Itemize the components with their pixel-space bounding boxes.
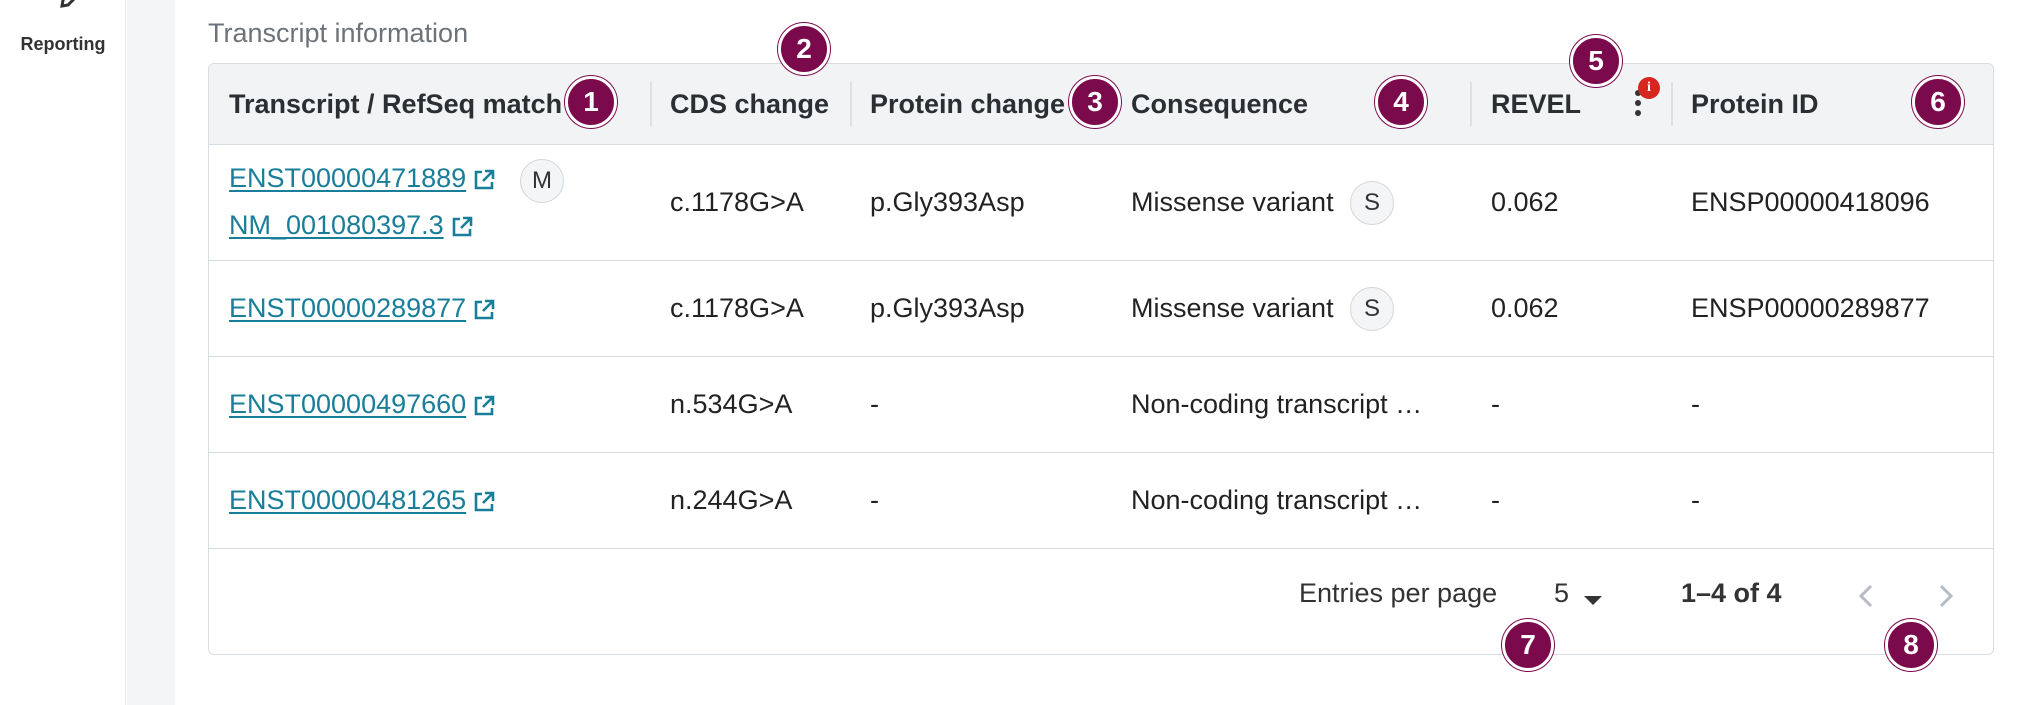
transcript-link[interactable]: ENST00000471889 <box>229 163 466 193</box>
consequence: Non-coding transcript … <box>1131 389 1423 419</box>
callout-badge: 6 <box>1912 76 1964 128</box>
table-row: ENST00000289877 c.1178G>A p.Gly393Asp Mi… <box>209 261 1993 357</box>
cds-change: n.534G>A <box>670 389 793 419</box>
consequence: Missense variant <box>1131 187 1334 217</box>
header-transcript[interactable]: Transcript / RefSeq match <box>229 64 562 145</box>
transcript-link[interactable]: ENST00000497660 <box>229 389 466 419</box>
external-link-icon[interactable] <box>472 394 496 418</box>
transcript-link[interactable]: ENST00000481265 <box>229 485 466 515</box>
refseq-link[interactable]: NM_001080397.3 <box>229 210 444 240</box>
consequence: Non-coding transcript … <box>1131 485 1423 515</box>
cds-change: n.244G>A <box>670 485 793 515</box>
table-row: ENST00000471889 M NM_001080397.3 c.1178G… <box>209 145 1993 261</box>
external-link-icon[interactable] <box>472 168 496 192</box>
revel-score: - <box>1491 389 1500 419</box>
protein-id: ENSP00000418096 <box>1691 187 1930 217</box>
previous-page-button[interactable] <box>1853 582 1881 610</box>
mane-badge: M <box>520 159 564 203</box>
table-row: ENST00000497660 n.534G>A - Non-coding tr… <box>209 357 1993 453</box>
sidebar-item-label: Reporting <box>20 34 106 54</box>
column-resize-handle[interactable] <box>1671 82 1673 126</box>
next-page-button[interactable] <box>1931 582 1959 610</box>
callout-badge: 7 <box>1502 619 1554 671</box>
column-resize-handle[interactable] <box>650 82 652 126</box>
protein-change: p.Gly393Asp <box>870 187 1025 217</box>
external-link-icon[interactable] <box>450 215 474 239</box>
consequence-badge: S <box>1350 287 1394 331</box>
entries-per-page-label: Entries per page <box>1299 578 1498 608</box>
revel-info-icon[interactable]: i <box>1638 77 1660 99</box>
page-gutter <box>127 0 175 705</box>
revel-score: 0.062 <box>1491 293 1559 323</box>
protein-id: ENSP00000289877 <box>1691 293 1930 323</box>
cds-change: c.1178G>A <box>670 293 804 323</box>
chevron-down-icon[interactable] <box>1584 596 1602 605</box>
transcript-link-cell[interactable]: ENST00000481265 <box>229 485 496 516</box>
header-revel[interactable]: REVEL <box>1491 64 1581 145</box>
transcript-link-cell[interactable]: ENST00000289877 <box>229 293 496 324</box>
protein-change: - <box>870 389 879 419</box>
table-pagination: Entries per page 5 1–4 of 4 <box>209 548 1993 654</box>
sidebar: Reporting <box>0 0 126 705</box>
header-protein-change[interactable]: Protein change <box>870 64 1065 145</box>
protein-id: - <box>1691 485 1700 515</box>
revel-score: - <box>1491 485 1500 515</box>
external-link-icon[interactable] <box>472 490 496 514</box>
callout-badge: 8 <box>1885 619 1937 671</box>
callout-badge: 4 <box>1375 76 1427 128</box>
callout-badge: 3 <box>1069 76 1121 128</box>
consequence: Missense variant <box>1131 293 1334 323</box>
consequence-badge: S <box>1350 181 1394 225</box>
header-consequence[interactable]: Consequence <box>1131 64 1308 145</box>
transcript-link[interactable]: ENST00000289877 <box>229 293 466 323</box>
callout-badge: 2 <box>778 23 830 75</box>
column-resize-handle[interactable] <box>1470 82 1472 126</box>
protein-change: - <box>870 485 879 515</box>
revel-score: 0.062 <box>1491 187 1559 217</box>
reporting-icon <box>60 0 76 8</box>
transcript-link-cell[interactable]: ENST00000471889 <box>229 163 496 194</box>
entries-per-page-value[interactable]: 5 <box>1554 578 1569 609</box>
section-title: Transcript information <box>208 18 469 48</box>
callout-badge: 1 <box>565 76 617 128</box>
callout-badge: 5 <box>1570 35 1622 87</box>
pagination-range: 1–4 of 4 <box>1681 578 1782 608</box>
table-row: ENST00000481265 n.244G>A - Non-coding tr… <box>209 453 1993 549</box>
protein-change: p.Gly393Asp <box>870 293 1025 323</box>
column-resize-handle[interactable] <box>850 82 852 126</box>
header-cds-change[interactable]: CDS change <box>670 64 829 145</box>
header-protein-id[interactable]: Protein ID <box>1691 64 1819 145</box>
refseq-link-cell[interactable]: NM_001080397.3 <box>229 210 474 241</box>
transcript-link-cell[interactable]: ENST00000497660 <box>229 389 496 420</box>
protein-id: - <box>1691 389 1700 419</box>
transcript-table: Transcript / RefSeq match CDS change Pro… <box>208 63 1994 655</box>
external-link-icon[interactable] <box>472 298 496 322</box>
cds-change: c.1178G>A <box>670 187 804 217</box>
